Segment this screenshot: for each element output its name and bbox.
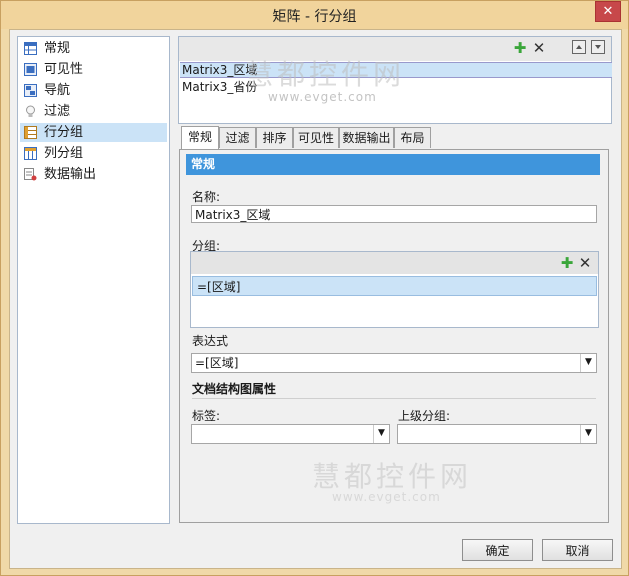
watermark: 慧都控件网 [312, 460, 473, 493]
expression-combo[interactable]: =[区域] ▼ [191, 353, 597, 373]
sidebar-item-label: 可见性 [44, 62, 84, 77]
close-button[interactable]: ✕ [595, 1, 621, 22]
ok-button[interactable]: 确定 [462, 539, 533, 561]
tab-layout[interactable]: 布局 [394, 127, 431, 148]
tab-data-output[interactable]: 数据输出 [339, 127, 394, 148]
expression-label: 表达式 [192, 334, 229, 348]
sidebar-item-column-groups[interactable]: 列分组 [20, 144, 167, 163]
sidebar-item-filter[interactable]: 过滤 [20, 102, 167, 121]
watermark-url: www.evget.com [268, 90, 377, 104]
data-output-icon [24, 168, 37, 181]
move-up-icon[interactable] [571, 40, 587, 56]
row-groups-icon [24, 126, 37, 139]
sidebar-item-label: 列分组 [44, 146, 84, 161]
cancel-button[interactable]: 取消 [542, 539, 613, 561]
window-title: 矩阵 - 行分组 [272, 9, 357, 25]
sidebar-item-general[interactable]: 常规 [20, 39, 167, 58]
name-label: 名称: [192, 190, 221, 204]
section-header-general: 常规 [186, 154, 600, 175]
chevron-down-icon[interactable]: ▼ [580, 425, 596, 443]
sidebar-item-label: 常规 [44, 41, 71, 56]
chevron-down-icon[interactable]: ▼ [373, 425, 389, 443]
tag-label: 标签: [192, 409, 221, 423]
delete-icon[interactable]: ✕ [531, 40, 547, 56]
expression-value: =[区域] [195, 356, 239, 370]
sidebar-item-label: 数据输出 [44, 167, 97, 182]
watermark: 慧都控件网 [245, 58, 406, 91]
list-item[interactable]: =[区域] [192, 276, 597, 296]
watermark-url: www.evget.com [332, 490, 441, 504]
name-field[interactable]: Matrix3_区域 [191, 205, 597, 223]
sidebar-item-label: 行分组 [44, 125, 84, 140]
section-divider [192, 398, 596, 399]
tab-visibility[interactable]: 可见性 [293, 127, 339, 148]
sidebar-item-label: 过滤 [44, 104, 71, 119]
add-icon[interactable]: ✚ [559, 255, 575, 271]
move-down-icon[interactable] [590, 40, 606, 56]
tab-filter[interactable]: 过滤 [219, 127, 256, 148]
group-expression-list: ✚ ✕ =[区域] [190, 251, 599, 328]
sidebar-item-data-output[interactable]: 数据输出 [20, 165, 167, 184]
lightbulb-icon [26, 105, 35, 117]
visibility-icon [24, 63, 37, 76]
doc-map-section-title: 文档结构图属性 [192, 382, 277, 396]
tab-sort[interactable]: 排序 [256, 127, 293, 148]
column-groups-icon [24, 147, 37, 160]
sidebar-item-label: 导航 [44, 83, 71, 98]
dialog-window: 矩阵 - 行分组 ✕ 常规 可见性 导航 过滤 行分组 列分组 数据输出 ✚ ✕… [0, 0, 629, 576]
tab-panel-general: 常规 名称: Matrix3_区域 分组: ✚ ✕ =[区域] 表达式 =[区域… [179, 149, 609, 523]
tab-general[interactable]: 常规 [181, 126, 219, 149]
navigation-icon [24, 84, 37, 97]
group-expression-toolbar: ✚ ✕ [191, 252, 598, 274]
grid-icon [24, 42, 37, 55]
dialog-client-area: 常规 可见性 导航 过滤 行分组 列分组 数据输出 ✚ ✕ Matrix3_区域… [9, 29, 622, 569]
parent-group-combo[interactable]: ▼ [397, 424, 597, 444]
add-icon[interactable]: ✚ [512, 40, 528, 56]
chevron-down-icon[interactable]: ▼ [580, 354, 596, 372]
sidebar-item-row-groups[interactable]: 行分组 [20, 123, 167, 142]
sidebar-item-visibility[interactable]: 可见性 [20, 60, 167, 79]
parent-group-label: 上级分组: [398, 409, 451, 423]
sidebar-item-navigation[interactable]: 导航 [20, 81, 167, 100]
delete-icon[interactable]: ✕ [577, 255, 593, 271]
sidebar: 常规 可见性 导航 过滤 行分组 列分组 数据输出 [17, 36, 170, 524]
title-bar: 矩阵 - 行分组 ✕ [1, 1, 628, 29]
tag-combo[interactable]: ▼ [191, 424, 390, 444]
